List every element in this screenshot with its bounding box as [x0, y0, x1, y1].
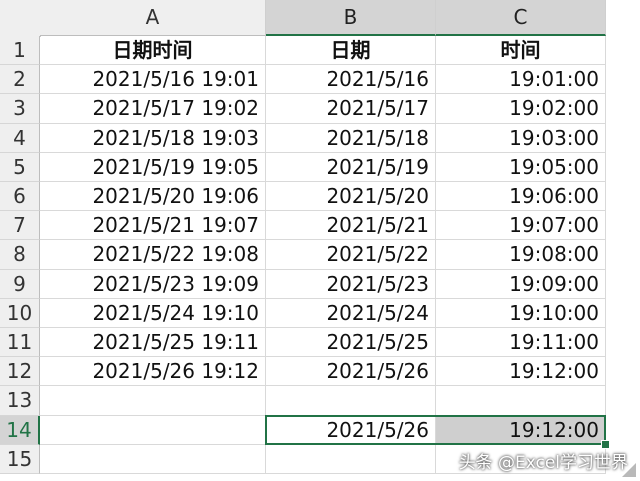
cell-c12[interactable]: 19:12:00 [436, 357, 606, 387]
cell-b6[interactable]: 2021/5/20 [266, 182, 436, 212]
cell-b7[interactable]: 2021/5/21 [266, 211, 436, 241]
cell-b12[interactable]: 2021/5/26 [266, 357, 436, 387]
row-header-7[interactable]: 7 [0, 211, 40, 241]
cell-a1[interactable]: 日期时间 [40, 36, 266, 66]
row-header-11[interactable]: 11 [0, 328, 40, 358]
cell-c6[interactable]: 19:06:00 [436, 182, 606, 212]
cell-a15[interactable] [40, 444, 266, 474]
cell-b11[interactable]: 2021/5/25 [266, 328, 436, 358]
cell-a3[interactable]: 2021/5/17 19:02 [40, 94, 266, 124]
cell-b5[interactable]: 2021/5/19 [266, 152, 436, 182]
cell-c5[interactable]: 19:05:00 [436, 152, 606, 182]
row-header-12[interactable]: 12 [0, 357, 40, 387]
cell-a2[interactable]: 2021/5/16 19:01 [40, 65, 266, 95]
row-header-6[interactable]: 6 [0, 182, 40, 212]
row-header-14[interactable]: 14 [0, 415, 40, 445]
cell-b3[interactable]: 2021/5/17 [266, 94, 436, 124]
cell-b15[interactable] [266, 444, 436, 474]
watermark-text: 头条 @Excel学习世界 [458, 453, 628, 473]
cell-c13[interactable] [436, 386, 606, 416]
row-header-3[interactable]: 3 [0, 94, 40, 124]
row-header-1[interactable]: 1 [0, 36, 40, 66]
cell-b9[interactable]: 2021/5/23 [266, 269, 436, 299]
cell-a4[interactable]: 2021/5/18 19:03 [40, 123, 266, 153]
row-header-2[interactable]: 2 [0, 65, 40, 95]
cell-b4[interactable]: 2021/5/18 [266, 123, 436, 153]
cell-c7[interactable]: 19:07:00 [436, 211, 606, 241]
row-header-8[interactable]: 8 [0, 240, 40, 270]
cell-a8[interactable]: 2021/5/22 19:08 [40, 240, 266, 270]
spreadsheet-grid[interactable]: ABC 1 日期时间 日期 时间 2 2021/5/16 19:01 2021/5/16 19… [0, 0, 640, 481]
cell-b1[interactable]: 日期 [266, 36, 436, 66]
cell-a5[interactable]: 2021/5/19 19:05 [40, 152, 266, 182]
cell-a14[interactable] [40, 415, 266, 445]
cell-c3[interactable]: 19:02:00 [436, 94, 606, 124]
cell-a13[interactable] [40, 386, 266, 416]
cell-a12[interactable]: 2021/5/26 19:12 [40, 357, 266, 387]
cell-b10[interactable]: 2021/5/24 [266, 298, 436, 328]
cell-c14[interactable]: 19:12:00 [436, 415, 606, 445]
cell-c8[interactable]: 19:08:00 [436, 240, 606, 270]
cell-b14[interactable]: 2021/5/26 [266, 415, 436, 445]
row-header-4[interactable]: 4 [0, 123, 40, 153]
column-header-b[interactable]: B [266, 0, 436, 36]
cell-a10[interactable]: 2021/5/24 19:10 [40, 298, 266, 328]
cell-c9[interactable]: 19:09:00 [436, 269, 606, 299]
row-header-5[interactable]: 5 [0, 152, 40, 182]
cell-c10[interactable]: 19:10:00 [436, 298, 606, 328]
cell-a9[interactable]: 2021/5/23 19:09 [40, 269, 266, 299]
column-header-c[interactable]: C [436, 0, 606, 36]
cell-c2[interactable]: 19:01:00 [436, 65, 606, 95]
row-header-15[interactable]: 15 [0, 444, 40, 474]
cell-a7[interactable]: 2021/5/21 19:07 [40, 211, 266, 241]
select-all-corner[interactable] [0, 0, 636, 477]
column-header-a[interactable]: A [40, 0, 266, 36]
cell-b8[interactable]: 2021/5/22 [266, 240, 436, 270]
row-header-13[interactable]: 13 [0, 386, 40, 416]
row-header-9[interactable]: 9 [0, 269, 40, 299]
row-header-10[interactable]: 10 [0, 298, 40, 328]
cell-b13[interactable] [266, 386, 436, 416]
cell-a11[interactable]: 2021/5/25 19:11 [40, 328, 266, 358]
cell-c1[interactable]: 时间 [436, 36, 606, 66]
cell-c11[interactable]: 19:11:00 [436, 328, 606, 358]
cell-a6[interactable]: 2021/5/20 19:06 [40, 182, 266, 212]
cell-b2[interactable]: 2021/5/16 [266, 65, 436, 95]
cell-c4[interactable]: 19:03:00 [436, 123, 606, 153]
